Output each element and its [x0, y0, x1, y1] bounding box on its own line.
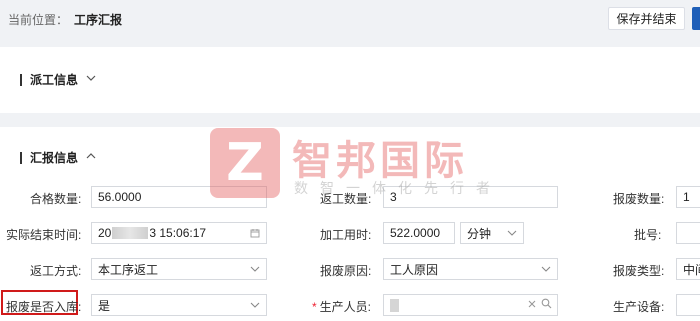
producer-input[interactable]	[383, 294, 558, 316]
end-time-prefix: 20	[98, 226, 112, 240]
dispatch-info-header[interactable]: 派工信息	[20, 71, 96, 88]
section-bar-icon	[20, 151, 22, 164]
rework-method-select[interactable]: 本工序返工	[91, 258, 267, 280]
qualified-qty-label: 合格数量:	[30, 192, 82, 206]
rework-qty-input[interactable]: 3	[383, 186, 558, 208]
scrap-in-stock-select[interactable]: 是	[91, 294, 267, 316]
scrap-type-select[interactable]: 中间	[676, 258, 700, 280]
breadcrumb: 当前位置： 工序汇报	[8, 11, 122, 28]
work-hours-unit-value: 分钟	[467, 226, 492, 241]
batch-no-input[interactable]	[676, 222, 700, 244]
producer-label: * 生产人员:	[312, 298, 371, 315]
scrap-in-stock-value: 是	[98, 298, 111, 313]
qualified-qty-value: 56.0000	[98, 190, 142, 204]
scrap-type-value: 中间	[683, 262, 700, 277]
calendar-icon[interactable]	[250, 227, 260, 238]
scrap-in-stock-label: 报废是否入库:	[6, 300, 82, 314]
redacted-block	[390, 298, 399, 312]
scrap-type-label: 报废类型:	[613, 264, 665, 278]
search-icon[interactable]	[541, 298, 552, 309]
producer-label-text: 生产人员:	[319, 300, 372, 314]
rework-method-label: 返工方式:	[30, 264, 82, 278]
dispatch-info-title: 派工信息	[30, 73, 79, 87]
scrap-qty-value: 1	[683, 190, 690, 204]
work-hours-label: 加工用时:	[320, 228, 372, 242]
scrap-reason-label: 报废原因:	[320, 264, 372, 278]
work-hours-unit-select[interactable]: 分钟	[460, 222, 524, 244]
dispatch-info-panel: 派工信息	[0, 47, 700, 113]
chevron-down-icon	[86, 73, 96, 86]
top-bar: 当前位置： 工序汇报 保存并结束	[0, 0, 700, 37]
equipment-label: 生产设备:	[613, 300, 665, 314]
chevron-down-icon	[507, 227, 517, 237]
rework-qty-value: 3	[390, 190, 397, 204]
report-info-title: 汇报信息	[30, 151, 79, 165]
page-title: 工序汇报	[74, 13, 123, 27]
primary-button-edge[interactable]	[692, 7, 700, 30]
chevron-down-icon	[250, 263, 260, 273]
actual-end-time-input[interactable]: 20 3 15:06:17	[91, 222, 267, 244]
breadcrumb-prefix: 当前位置：	[8, 13, 69, 27]
batch-no-label: 批号:	[634, 228, 662, 242]
rework-method-value: 本工序返工	[98, 262, 159, 277]
section-bar-icon	[20, 73, 22, 86]
work-hours-input[interactable]: 522.0000	[383, 222, 455, 244]
chevron-down-icon	[250, 299, 260, 309]
equipment-input[interactable]	[676, 294, 700, 316]
scrap-reason-value: 工人原因	[390, 262, 439, 277]
scrap-qty-input[interactable]: 1	[676, 186, 700, 208]
scrap-reason-select[interactable]: 工人原因	[383, 258, 558, 280]
redacted-block	[112, 227, 149, 239]
clear-icon[interactable]	[527, 298, 537, 308]
scrap-qty-label: 报废数量:	[613, 192, 665, 206]
work-hours-value: 522.0000	[390, 226, 441, 240]
rework-qty-label: 返工数量:	[320, 192, 372, 206]
chevron-up-icon	[86, 151, 96, 164]
qualified-qty-input[interactable]: 56.0000	[91, 186, 267, 208]
actual-end-time-label: 实际结束时间:	[6, 228, 82, 242]
chevron-down-icon	[541, 263, 551, 273]
report-info-panel: 汇报信息 合格数量: 56.0000 返工数量: 3 报废数量: 1 实际结束时…	[0, 127, 700, 321]
end-time-suffix: 3 15:06:17	[149, 226, 207, 240]
save-and-finish-button[interactable]: 保存并结束	[608, 7, 685, 30]
required-mark: *	[312, 300, 317, 314]
report-info-header[interactable]: 汇报信息	[20, 149, 96, 166]
